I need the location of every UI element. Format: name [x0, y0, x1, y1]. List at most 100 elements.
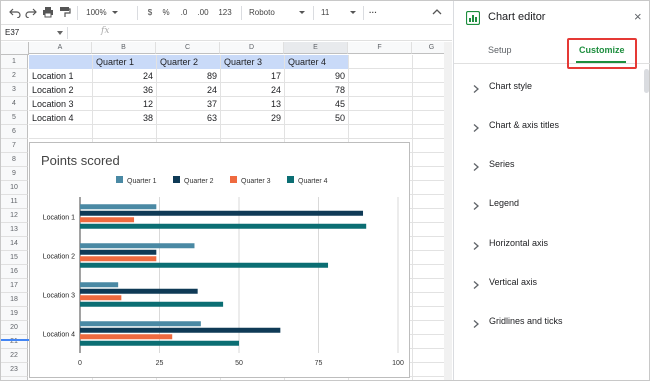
more-icon[interactable]: ··· — [367, 6, 379, 20]
cell-d1[interactable]: Quarter 3 — [221, 55, 284, 69]
column-header-b[interactable]: B — [92, 42, 156, 54]
redo-icon[interactable] — [25, 6, 37, 20]
row-header[interactable]: 3 — [1, 83, 28, 97]
embedded-chart[interactable]: Points scored Quarter 1 Quarter 2 Quarter … — [29, 142, 410, 378]
row-header[interactable]: 5 — [1, 111, 28, 125]
row-header[interactable]: 12 — [1, 209, 28, 223]
section-series[interactable]: Series — [454, 151, 650, 181]
column-header-c[interactable]: C — [156, 42, 220, 54]
category-label: Location 3 — [43, 293, 75, 300]
bar-chart: Points scored Quarter 1 Quarter 2 Quarter … — [41, 153, 404, 367]
legend-label: Quarter 2 — [184, 178, 214, 185]
cell-c1[interactable]: Quarter 2 — [157, 55, 220, 69]
row-header[interactable]: 9 — [1, 167, 28, 181]
column-header-d[interactable]: D — [220, 42, 284, 54]
fx-icon: fx — [101, 26, 110, 36]
cell-d5[interactable]: 29 — [220, 111, 284, 125]
row-header[interactable]: 1 — [1, 55, 28, 69]
vertical-scrollbar[interactable] — [444, 42, 452, 380]
bar — [80, 249, 157, 255]
row-header[interactable]: 19 — [1, 307, 28, 321]
row-header[interactable]: 22 — [1, 349, 28, 363]
chevron-right-icon — [471, 120, 481, 132]
section-gridlines-ticks[interactable]: Gridlines and ticks — [454, 308, 650, 338]
row-header[interactable]: 24 — [1, 377, 28, 380]
row-header[interactable]: 2 — [1, 69, 28, 83]
cell-a2[interactable]: Location 1 — [29, 69, 92, 83]
row-header[interactable]: 11 — [1, 195, 28, 209]
cell-b1[interactable]: Quarter 1 — [93, 55, 156, 69]
font-size-select[interactable]: 11 — [321, 6, 351, 20]
section-horizontal-axis[interactable]: Horizontal axis — [454, 230, 650, 260]
cell-a3[interactable]: Location 2 — [29, 83, 92, 97]
cell-a1[interactable] — [29, 55, 92, 69]
close-icon[interactable]: × — [634, 10, 642, 24]
cell-d3[interactable]: 24 — [220, 83, 284, 97]
legend-label: Quarter 4 — [298, 178, 328, 185]
row-header[interactable]: 20 — [1, 321, 28, 335]
cell-e1[interactable]: Quarter 4 — [285, 55, 348, 69]
row-header[interactable]: 18 — [1, 293, 28, 307]
chevron-right-icon — [471, 277, 481, 289]
row-header[interactable]: 4 — [1, 97, 28, 111]
bar — [80, 288, 198, 294]
row-header[interactable]: 15 — [1, 251, 28, 265]
toolbar-separator — [241, 6, 242, 20]
x-tick-label: 25 — [156, 360, 164, 367]
chevron-down-icon[interactable] — [348, 6, 358, 20]
column-header-a[interactable]: A — [29, 42, 92, 54]
zoom-select[interactable]: 100% — [85, 6, 119, 20]
percent-button[interactable]: % — [161, 6, 171, 20]
section-label: Series — [489, 159, 515, 169]
cell-b2[interactable]: 24 — [92, 69, 156, 83]
tab-setup[interactable]: Setup — [488, 45, 512, 55]
print-icon[interactable] — [42, 6, 54, 20]
cell-e2[interactable]: 90 — [284, 69, 348, 83]
row-header[interactable]: 13 — [1, 223, 28, 237]
chevron-down-icon[interactable] — [297, 6, 307, 20]
decrease-decimal-button[interactable]: .0 — [177, 6, 191, 20]
increase-decimal-button[interactable]: .00 — [195, 6, 211, 20]
section-chart-axis-titles[interactable]: Chart & axis titles — [454, 112, 650, 142]
cell-c5[interactable]: 63 — [156, 111, 220, 125]
cell-a4[interactable]: Location 3 — [29, 97, 92, 111]
section-legend[interactable]: Legend — [454, 190, 650, 220]
cell-a5[interactable]: Location 4 — [29, 111, 92, 125]
cell-c4[interactable]: 37 — [156, 97, 220, 111]
row-header[interactable]: 10 — [1, 181, 28, 195]
column-header-e[interactable]: E — [284, 42, 348, 54]
column-header-f[interactable]: F — [348, 42, 412, 54]
row-header[interactable]: 6 — [1, 125, 28, 139]
more-formats-button[interactable]: 123 — [214, 6, 236, 29]
row-header[interactable]: 21 — [1, 335, 28, 349]
row-header[interactable]: 17 — [1, 279, 28, 293]
cell-b3[interactable]: 36 — [92, 83, 156, 97]
cell-c2[interactable]: 89 — [156, 69, 220, 83]
cell-c3[interactable]: 24 — [156, 83, 220, 97]
name-box[interactable]: E37 — [3, 27, 51, 39]
row-header[interactable]: 14 — [1, 237, 28, 251]
cell-e4[interactable]: 45 — [284, 97, 348, 111]
font-value: Roboto — [249, 8, 275, 17]
formula-input[interactable] — [119, 27, 439, 39]
select-all-corner[interactable] — [1, 42, 29, 55]
chevron-down-icon[interactable] — [57, 31, 63, 35]
chart-editor-title: Chart editor — [488, 11, 546, 23]
paint-format-icon[interactable] — [59, 6, 71, 20]
row-header[interactable]: 7 — [1, 139, 28, 153]
undo-icon[interactable] — [9, 6, 21, 20]
cell-b5[interactable]: 38 — [92, 111, 156, 125]
row-header[interactable]: 8 — [1, 153, 28, 167]
section-vertical-axis[interactable]: Vertical axis — [454, 269, 650, 299]
cell-d2[interactable]: 17 — [220, 69, 284, 83]
section-chart-style[interactable]: Chart style — [454, 73, 650, 103]
collapse-icon[interactable] — [431, 6, 445, 20]
row-header[interactable]: 16 — [1, 265, 28, 279]
cell-e5[interactable]: 50 — [284, 111, 348, 125]
row-header[interactable]: 23 — [1, 363, 28, 377]
cell-e3[interactable]: 78 — [284, 83, 348, 97]
bar — [80, 223, 367, 229]
currency-button[interactable]: $ — [145, 6, 155, 20]
cell-b4[interactable]: 12 — [92, 97, 156, 111]
cell-d4[interactable]: 13 — [220, 97, 284, 111]
